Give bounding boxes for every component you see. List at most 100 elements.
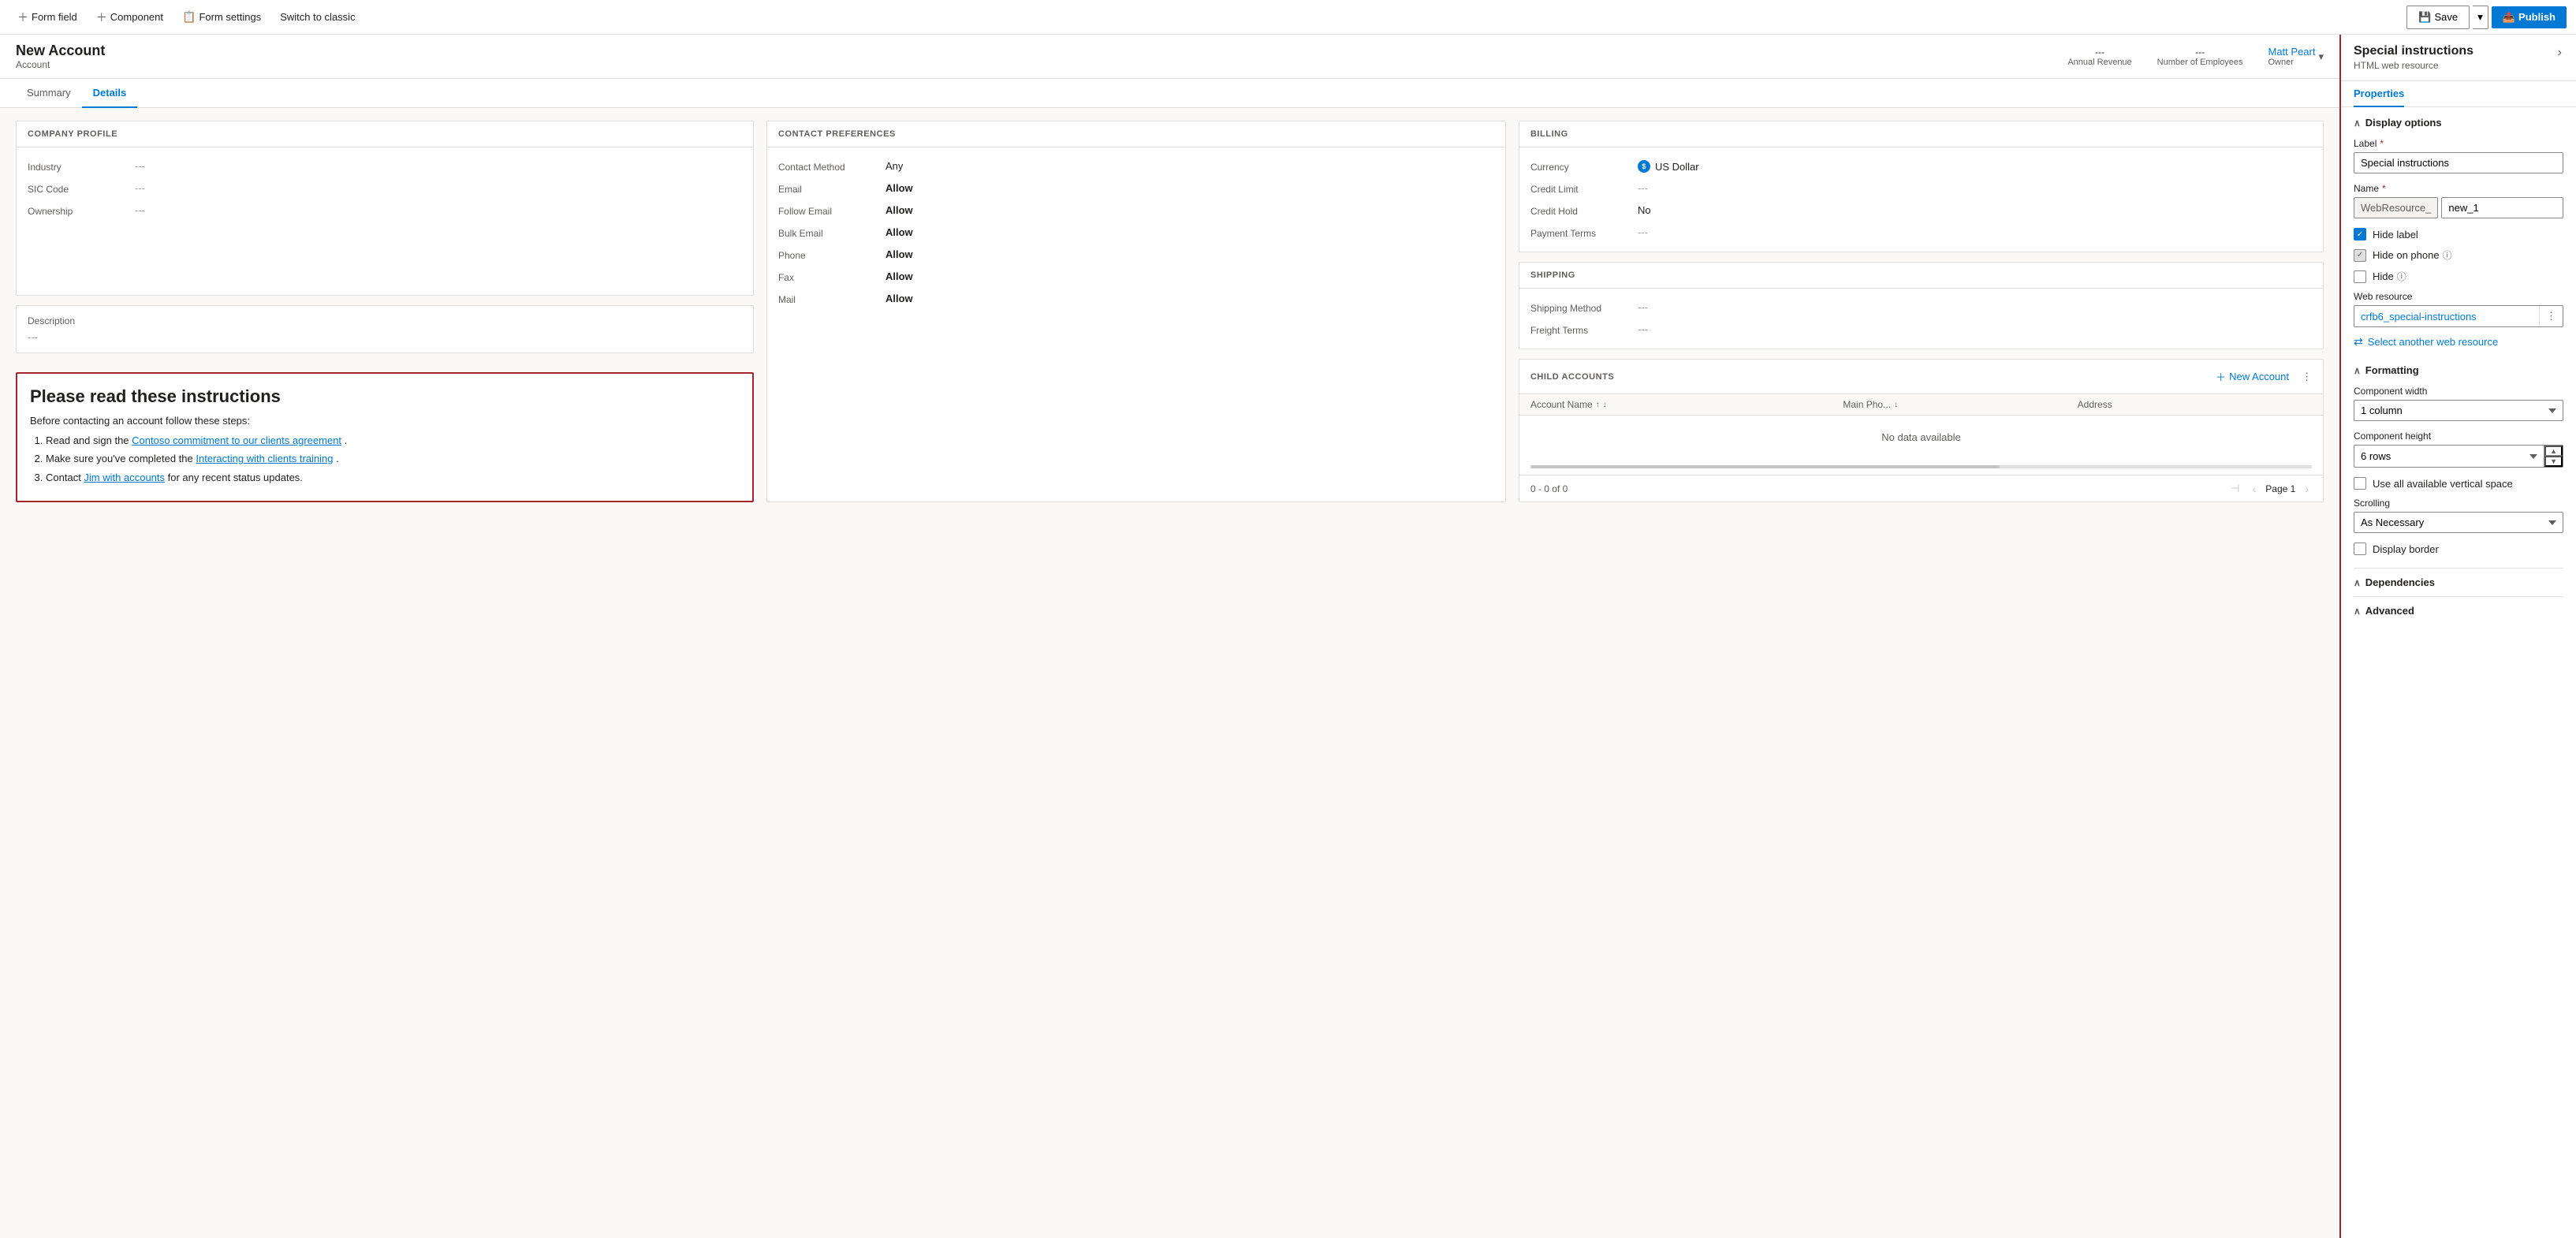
right-panel: Special instructions HTML web resource ›… xyxy=(2339,35,2576,1238)
display-options-section: ∧ Display options Label * Name * xyxy=(2354,117,2563,352)
company-profile-section: COMPANY PROFILE Industry --- SIC Code --… xyxy=(16,121,754,296)
payment-terms-row: Payment Terms --- xyxy=(1530,222,2312,244)
publish-icon: 📤 xyxy=(2503,11,2515,24)
toolbar-form-field[interactable]: ＋ Form field xyxy=(9,5,85,30)
new-account-plus-icon: ＋ xyxy=(2216,369,2226,384)
save-button[interactable]: 💾 Save xyxy=(2406,6,2470,29)
panel-header: Special instructions HTML web resource › xyxy=(2341,35,2576,81)
hide-on-phone-info-icon[interactable]: ⓘ xyxy=(2443,248,2452,262)
email-row: Email Allow xyxy=(778,177,1494,199)
form-header: New Account Account --- Annual Revenue -… xyxy=(0,35,2339,79)
select-link-icon: ⇄ xyxy=(2354,335,2363,349)
company-profile-header: COMPANY PROFILE xyxy=(17,121,753,147)
scrolling-label: Scrolling xyxy=(2354,498,2563,509)
name-suffix-input[interactable] xyxy=(2441,197,2563,218)
hide-label-row: ✓ Hide label xyxy=(2354,228,2563,241)
bulk-email-row: Bulk Email Allow xyxy=(778,222,1494,244)
display-border-row: Display border xyxy=(2354,543,2563,555)
billing-header: BILLING xyxy=(1519,121,2323,147)
instructions-box: Please read these instructions Before co… xyxy=(16,372,754,503)
company-profile-body: Industry --- SIC Code --- Ownership --- xyxy=(17,147,753,229)
header-fields: --- Annual Revenue --- Number of Employe… xyxy=(2067,46,2324,67)
panel-subtitle: HTML web resource xyxy=(2354,60,2473,71)
follow-email-row: Follow Email Allow xyxy=(778,199,1494,222)
use-all-space-checkbox[interactable] xyxy=(2354,477,2366,490)
currency-value: $ US Dollar xyxy=(1638,160,1699,173)
sort-down-icon[interactable]: ↓ xyxy=(1603,401,1607,409)
display-border-checkbox[interactable] xyxy=(2354,543,2366,555)
pagination-info: 0 - 0 of 0 xyxy=(1530,483,1568,494)
web-resource-more-button[interactable]: ⋮ xyxy=(2539,306,2563,326)
contoso-link[interactable]: Contoso commitment to our clients agreem… xyxy=(132,434,341,446)
form-row-1: COMPANY PROFILE Industry --- SIC Code --… xyxy=(16,121,2324,502)
component-height-select[interactable]: 1 row 2 rows 3 rows 4 rows 5 rows 6 rows… xyxy=(2354,445,2544,468)
child-accounts-actions: ＋ New Account ⋮ xyxy=(2209,366,2312,387)
formatting-header[interactable]: ∧ Formatting xyxy=(2354,364,2563,376)
scrolling-select[interactable]: As Necessary Automatic Hidden Scroll xyxy=(2354,512,2563,533)
owner-field: Matt Peart Owner ▾ xyxy=(2268,46,2324,67)
spinner-down-button[interactable]: ▼ xyxy=(2544,456,2563,467)
first-page-button[interactable]: ⊣ xyxy=(2227,480,2242,497)
billing-body: Currency $ US Dollar Credit Limit --- xyxy=(1519,147,2323,252)
select-another-link[interactable]: ⇄ Select another web resource xyxy=(2354,332,2563,352)
owner-name[interactable]: Matt Peart xyxy=(2268,46,2316,58)
training-link[interactable]: Interacting with clients training xyxy=(196,453,333,464)
display-border-text: Display border xyxy=(2373,543,2439,555)
new-account-button[interactable]: ＋ New Account xyxy=(2209,366,2295,387)
next-page-button[interactable]: › xyxy=(2302,481,2312,497)
tab-details[interactable]: Details xyxy=(82,79,138,108)
grid-scrollbar[interactable] xyxy=(1530,465,2312,468)
toolbar-switch-classic[interactable]: Switch to classic xyxy=(272,6,363,28)
hide-on-phone-checkbox[interactable]: ✓ xyxy=(2354,249,2366,262)
owner-chevron-icon[interactable]: ▾ xyxy=(2318,50,2324,63)
advanced-header[interactable]: ∧ Advanced xyxy=(2354,605,2563,617)
owner-block: Matt Peart Owner xyxy=(2268,46,2316,67)
credit-limit-row: Credit Limit --- xyxy=(1530,177,2312,199)
hide-info-icon[interactable]: ⓘ xyxy=(2397,270,2406,283)
fax-row: Fax Allow xyxy=(778,266,1494,288)
freight-terms-row: Freight Terms --- xyxy=(1530,319,2312,341)
save-dropdown-button[interactable]: ▾ xyxy=(2473,6,2488,29)
label-input[interactable] xyxy=(2354,152,2563,173)
phone-row: Phone Allow xyxy=(778,244,1494,266)
spinner-up-button[interactable]: ▲ xyxy=(2544,446,2563,456)
label-required-star: * xyxy=(2380,138,2384,149)
shipping-method-row: Shipping Method --- xyxy=(1530,296,2312,319)
panel-tab-properties[interactable]: Properties xyxy=(2354,81,2404,107)
component-width-select[interactable]: 1 column 2 columns xyxy=(2354,400,2563,421)
display-options-header[interactable]: ∧ Display options xyxy=(2354,117,2563,129)
hide-on-phone-text: Hide on phone ⓘ xyxy=(2373,248,2452,262)
component-height-field: Component height 1 row 2 rows 3 rows 4 r… xyxy=(2354,431,2563,468)
name-required-star: * xyxy=(2382,183,2386,194)
phone-sort-down-icon[interactable]: ↓ xyxy=(1894,401,1898,409)
component-height-control: 1 row 2 rows 3 rows 4 rows 5 rows 6 rows… xyxy=(2354,445,2563,468)
pagination-controls: ⊣ ‹ Page 1 › xyxy=(2227,480,2312,497)
save-arrow-icon: ▾ xyxy=(2477,11,2483,23)
panel-close-button[interactable]: › xyxy=(2556,44,2563,62)
billing-section: BILLING Currency $ US Dollar Credit Limi xyxy=(1519,121,2324,252)
web-resource-value: crfb6_special-instructions xyxy=(2354,307,2539,326)
form-content: COMPANY PROFILE Industry --- SIC Code --… xyxy=(0,108,2339,528)
web-resource-field: Web resource crfb6_special-instructions … xyxy=(2354,291,2563,352)
scrolling-field: Scrolling As Necessary Automatic Hidden … xyxy=(2354,498,2563,533)
instructions-title: Please read these instructions xyxy=(30,386,740,407)
grid-scrollbar-thumb xyxy=(1530,465,2000,468)
publish-button[interactable]: 📤 Publish xyxy=(2492,6,2567,28)
dependencies-header[interactable]: ∧ Dependencies xyxy=(2354,576,2563,588)
toolbar-form-settings[interactable]: 📋 Form settings xyxy=(174,6,269,28)
hide-checkbox[interactable] xyxy=(2354,270,2366,283)
tab-summary[interactable]: Summary xyxy=(16,79,82,108)
form-title: New Account xyxy=(16,43,105,59)
jim-link[interactable]: Jim with accounts xyxy=(84,472,165,483)
hide-label-checkbox[interactable]: ✓ xyxy=(2354,228,2366,241)
hide-on-phone-row: ✓ Hide on phone ⓘ xyxy=(2354,248,2563,262)
use-all-space-text: Use all available vertical space xyxy=(2373,478,2513,490)
list-item: Read and sign the Contoso commitment to … xyxy=(46,433,740,449)
mail-row: Mail Allow xyxy=(778,288,1494,310)
main-layout: New Account Account --- Annual Revenue -… xyxy=(0,35,2576,1238)
toolbar-component[interactable]: ＋ Component xyxy=(88,5,171,30)
prev-page-button[interactable]: ‹ xyxy=(2250,481,2260,497)
web-resource-field-label: Web resource xyxy=(2354,291,2563,302)
child-accounts-more-icon[interactable]: ⋮ xyxy=(2302,371,2312,383)
sort-up-icon[interactable]: ↑ xyxy=(1596,401,1600,409)
